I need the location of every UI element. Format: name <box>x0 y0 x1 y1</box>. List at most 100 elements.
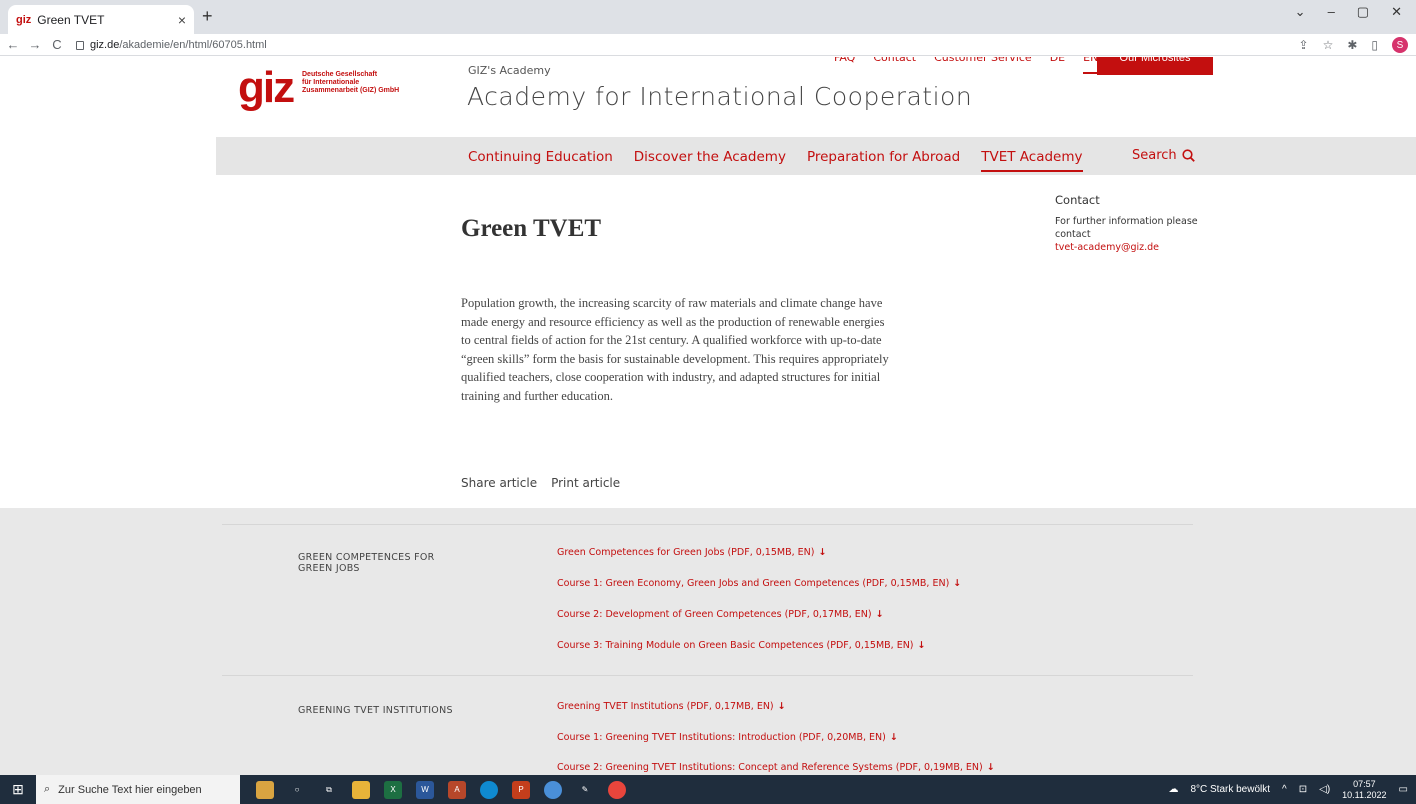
url-domain: giz.de <box>90 38 120 51</box>
util-contact-link[interactable]: Contact <box>873 57 916 74</box>
chrome-icon[interactable] <box>608 780 626 799</box>
search-icon <box>1182 149 1195 162</box>
nav-discover-academy[interactable]: Discover the Academy <box>634 149 786 172</box>
download-link[interactable]: Course 2: Greening TVET Institutions: Co… <box>557 762 995 773</box>
search-icon: ⌕ <box>44 783 51 795</box>
cortana-icon[interactable]: ○ <box>288 781 306 799</box>
share-article-link[interactable]: Share article <box>461 476 537 490</box>
browser-tabbar: giz Green TVET × + ⌄ – ▢ ✕ <box>0 0 1416 34</box>
task-view-icon[interactable]: ⧉ <box>320 781 338 799</box>
giz-logo[interactable]: giz Deutsche Gesellschaft für Internatio… <box>216 57 434 137</box>
download-arrow-icon: ↓ <box>917 640 926 651</box>
main-nav: Continuing Education Discover the Academ… <box>468 149 1083 172</box>
tab-title: Green TVET <box>37 12 105 27</box>
sidebar-icon[interactable]: ▯ <box>1371 38 1378 52</box>
taskbar-apps: ○ ⧉ X W A P ✎ <box>256 780 626 799</box>
contact-email-link[interactable]: tvet-academy@giz.de <box>1055 241 1215 254</box>
download-arrow-icon: ↓ <box>889 732 898 743</box>
powerpoint-icon[interactable]: P <box>512 780 530 799</box>
group-label-greening-tvet: GREENING TVET INSTITUTIONS <box>298 705 453 716</box>
group-label-green-competences: GREEN COMPETENCES FOR GREEN JOBS <box>298 552 435 574</box>
extensions-icon[interactable]: ✱ <box>1347 38 1357 52</box>
app-icon[interactable] <box>544 780 562 799</box>
system-tray: ☁ 8°C Stark bewölkt ^ ⊡ ◁) 07:57 10.11.2… <box>1168 775 1408 804</box>
page-title: Green TVET <box>461 215 602 242</box>
tab-close-icon[interactable]: × <box>178 12 186 28</box>
download-link[interactable]: Course 3: Training Module on Green Basic… <box>557 640 925 651</box>
new-tab-button[interactable]: + <box>202 6 213 27</box>
nav-tvet-academy[interactable]: TVET Academy <box>981 149 1083 172</box>
volume-icon[interactable]: ◁) <box>1319 784 1330 795</box>
giz-favicon-icon: giz <box>16 13 32 26</box>
profile-avatar[interactable]: S <box>1392 37 1408 53</box>
clock[interactable]: 07:57 10.11.2022 <box>1342 779 1386 801</box>
nav-preparation-abroad[interactable]: Preparation for Abroad <box>807 149 960 172</box>
widgets-icon[interactable] <box>256 780 274 799</box>
download-link[interactable]: Course 2: Development of Green Competenc… <box>557 609 884 620</box>
maximize-button[interactable]: ▢ <box>1357 4 1369 20</box>
download-arrow-icon: ↓ <box>986 762 995 773</box>
network-icon[interactable]: ⊡ <box>1299 784 1307 795</box>
download-arrow-icon: ↓ <box>777 701 786 712</box>
notifications-icon[interactable]: ▭ <box>1399 784 1408 795</box>
academy-subtitle: GIZ's Academy <box>468 64 551 77</box>
logo-line-1: Deutsche Gesellschaft <box>302 71 378 78</box>
page-content: giz Deutsche Gesellschaft für Internatio… <box>0 57 1416 775</box>
util-customer-service-link[interactable]: Customer Service <box>934 57 1032 74</box>
download-link[interactable]: Course 1: Greening TVET Institutions: In… <box>557 732 898 743</box>
util-faq-link[interactable]: FAQ <box>834 57 855 74</box>
clock-time: 07:57 <box>1353 778 1376 789</box>
share-icon[interactable]: ⇪ <box>1299 38 1309 52</box>
taskbar-search[interactable]: ⌕ Zur Suche Text hier eingeben <box>36 775 240 804</box>
download-arrow-icon: ↓ <box>818 547 827 558</box>
download-link[interactable]: Green Competences for Green Jobs (PDF, 0… <box>557 547 826 558</box>
tab-search-icon[interactable]: ⌄ <box>1295 4 1306 20</box>
reload-icon[interactable]: C <box>48 37 66 52</box>
lock-icon <box>76 41 84 50</box>
divider <box>222 524 1193 525</box>
windows-start-icon[interactable]: ⊞ <box>0 781 36 798</box>
edge-icon[interactable] <box>480 780 498 799</box>
clock-date: 10.11.2022 <box>1342 789 1387 800</box>
forward-icon[interactable]: → <box>26 37 44 52</box>
logo-line-3: Zusammenarbeit (GIZ) GmbH <box>302 87 400 94</box>
search-label: Search <box>1132 148 1177 163</box>
contact-title: Contact <box>1055 193 1100 207</box>
download-link[interactable]: Greening TVET Institutions (PDF, 0,17MB,… <box>557 701 786 712</box>
share-row: Share article Print article <box>461 476 620 490</box>
browser-toolbar-right: ⇪ ☆ ✱ ▯ S <box>1299 37 1408 53</box>
logo-text: Deutsche Gesellschaft für Internationale… <box>302 71 399 95</box>
star-icon[interactable]: ☆ <box>1323 38 1334 52</box>
download-arrow-icon: ↓ <box>953 578 962 589</box>
utility-nav: FAQ Contact Customer Service DE EN <box>834 57 1099 74</box>
window-controls: ⌄ – ▢ ✕ <box>1295 4 1416 20</box>
lang-de-link[interactable]: DE <box>1050 57 1065 74</box>
word-icon[interactable]: W <box>416 780 434 799</box>
acrobat-icon[interactable]: A <box>448 780 466 799</box>
paint-icon[interactable]: ✎ <box>576 781 594 799</box>
back-icon[interactable]: ← <box>4 37 22 52</box>
contact-text: For further information please contact <box>1055 216 1198 240</box>
contact-box: Contact For further information please c… <box>1055 193 1215 254</box>
tray-chevron-icon[interactable]: ^ <box>1282 784 1287 795</box>
search-button[interactable]: Search <box>1132 148 1195 163</box>
academy-title[interactable]: Academy for International Cooperation <box>467 82 972 111</box>
address-bar: ← → C giz.de/akademie/en/html/60705.html… <box>0 34 1416 56</box>
logo-mark: giz <box>238 63 295 112</box>
weather-text[interactable]: 8°C Stark bewölkt <box>1190 784 1270 795</box>
download-link[interactable]: Course 1: Green Economy, Green Jobs and … <box>557 578 961 589</box>
intro-paragraph: Population growth, the increasing scarci… <box>461 296 889 403</box>
taskbar-search-placeholder: Zur Suche Text hier eingeben <box>58 783 202 796</box>
logo-line-2: für Internationale <box>302 79 360 86</box>
print-article-link[interactable]: Print article <box>551 476 620 490</box>
microsites-button[interactable]: Our Microsites <box>1097 57 1213 75</box>
minimize-button[interactable]: – <box>1328 4 1335 20</box>
close-window-button[interactable]: ✕ <box>1391 4 1402 20</box>
url-path: /akademie/en/html/60705.html <box>119 38 267 51</box>
browser-tab[interactable]: giz Green TVET × <box>8 5 194 34</box>
weather-icon[interactable]: ☁ <box>1168 784 1178 795</box>
file-explorer-icon[interactable] <box>352 780 370 799</box>
nav-continuing-education[interactable]: Continuing Education <box>468 149 613 172</box>
url-field[interactable]: giz.de/akademie/en/html/60705.html <box>76 39 267 51</box>
excel-icon[interactable]: X <box>384 780 402 799</box>
